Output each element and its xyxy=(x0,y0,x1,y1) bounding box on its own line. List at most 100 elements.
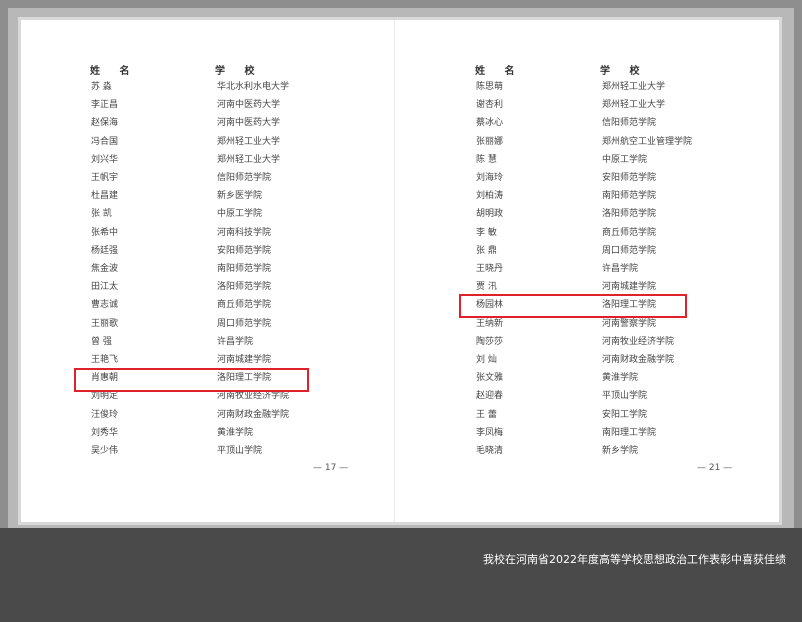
table-row: 王帆宇 信阳师范学院 xyxy=(91,169,351,187)
table-row: 张希中 河南科技学院 xyxy=(91,224,351,242)
school-name: 郑州轻工业大学 xyxy=(217,136,281,147)
person-name: 李正昌 xyxy=(91,100,119,111)
table-row: 陈思萌 郑州轻工业大学 xyxy=(476,78,736,96)
person-name: 焦金波 xyxy=(91,264,119,274)
page-number: — 17 — xyxy=(313,463,349,473)
table-row: 谢杏利 郑州轻工业大学 xyxy=(476,96,736,114)
person-name: 蔡冰心 xyxy=(476,118,504,129)
school-name: 许昌学院 xyxy=(217,336,254,347)
document-spread: 姓 名 学 校 — 17 — 苏 淼华北水利水电大学 李正昌 河南中医药大学 赵保海河… xyxy=(18,17,782,525)
school-name: 商丘师范学院 xyxy=(217,300,272,311)
person-name: 胡明政 xyxy=(476,209,504,220)
school-name: 安阳师范学院 xyxy=(602,173,657,183)
table-row: 赵保海 河南中医药大学 xyxy=(91,114,351,132)
table-row: 刘秀华 黄淮学院 xyxy=(91,424,351,442)
person-name: 王艳飞 xyxy=(91,355,119,365)
person-name: 张文雅 xyxy=(476,373,504,384)
school-name: 新乡学院 xyxy=(602,446,639,456)
school-name: 河南财政金融学院 xyxy=(602,355,675,365)
school-name: 安阳师范学院 xyxy=(217,245,272,256)
person-name: 刘柏涛 xyxy=(476,191,504,202)
school-name: 安阳工学院 xyxy=(602,409,648,420)
school-name: 郑州轻工业大学 xyxy=(602,82,666,92)
left-page: 姓 名 学 校 — 17 — 苏 淼华北水利水电大学 李正昌 河南中医药大学 赵保海河… xyxy=(21,20,394,522)
table-row: 李凤梅 南阳理工学院 xyxy=(476,424,736,442)
table-row: 汪俊玲 河南财政金融学院 xyxy=(91,406,351,424)
right-page: 姓 名 学 校 — 21 — 陈思萌 郑州轻工业大学 谢杏利 郑州轻工业大学 蔡冰心 信阳… xyxy=(395,20,782,522)
school-name: 河南城建学院 xyxy=(217,355,272,365)
person-name: 刘秀华 xyxy=(91,427,119,438)
column-header-school: 学 校 xyxy=(215,66,263,77)
school-name: 信阳师范学院 xyxy=(602,118,657,129)
school-name: 许昌学院 xyxy=(602,264,639,274)
caption-bar: 我校在河南省2022年度高等学校思想政治工作表彰中喜获佳绩 xyxy=(0,528,802,622)
person-name: 苏 淼 xyxy=(91,82,112,92)
table-row: 杨廷强 安阳师范学院 xyxy=(91,242,351,260)
page-number: — 21 — xyxy=(697,463,733,473)
person-name: 毛晓清 xyxy=(476,446,504,456)
column-header-school: 学 校 xyxy=(600,66,648,77)
person-name: 张 鼎 xyxy=(476,245,497,256)
table-row: 王晓丹 许昌学院 xyxy=(476,260,736,278)
table-row: 蔡冰心 信阳师范学院 xyxy=(476,114,736,132)
table-row: 张文雅 黄淮学院 xyxy=(476,369,736,387)
school-name: 中原工学院 xyxy=(602,154,648,165)
person-name: 陈 慧 xyxy=(476,154,497,165)
table-row: 焦金波 南阳师范学院 xyxy=(91,260,351,278)
caption-text: 我校在河南省2022年度高等学校思想政治工作表彰中喜获佳绩 xyxy=(483,553,786,566)
school-name: 河南牧业经济学院 xyxy=(602,336,675,347)
table-row: 王 蕾 安阳工学院 xyxy=(476,406,736,424)
table-row: 毛晓清 新乡学院 xyxy=(476,442,736,460)
school-name: 河南中医药大学 xyxy=(217,118,281,129)
person-name: 刘海玲 xyxy=(476,173,504,183)
table-row: 冯合国 郑州轻工业大学 xyxy=(91,133,351,151)
table-row: 张 凯 中原工学院 xyxy=(91,205,351,223)
column-header-name: 姓 名 xyxy=(90,66,138,77)
table-row: 王艳飞 河南城建学院 xyxy=(91,351,351,369)
person-name: 赵迎春 xyxy=(476,391,504,402)
person-name: 王晓丹 xyxy=(476,264,504,274)
person-name: 冯合国 xyxy=(91,136,119,147)
table-row: 李正昌 河南中医药大学 xyxy=(91,96,351,114)
person-name: 刘 灿 xyxy=(476,355,497,365)
table-row: 陈 慧 中原工学院 xyxy=(476,151,736,169)
school-name: 新乡医学院 xyxy=(217,191,263,202)
person-name: 王 蕾 xyxy=(476,409,497,420)
person-name: 张丽娜 xyxy=(476,136,504,147)
person-name: 杨廷强 xyxy=(91,245,119,256)
table-row: 陶莎莎 河南牧业经济学院 xyxy=(476,333,736,351)
school-name: 中原工学院 xyxy=(217,209,263,220)
table-row: 赵迎春 平顶山学院 xyxy=(476,387,736,405)
person-name: 曹志诚 xyxy=(91,300,119,311)
school-name: 商丘师范学院 xyxy=(602,227,657,238)
school-name: 南阳师范学院 xyxy=(602,191,657,202)
school-name: 平顶山学院 xyxy=(602,391,648,402)
table-row: 苏 淼 华北水利水电大学 xyxy=(91,78,351,96)
person-name: 赵保海 xyxy=(91,118,119,129)
table-row: 李 敏 商丘师范学院 xyxy=(476,224,736,242)
person-name: 陈思萌 xyxy=(476,82,504,92)
table-row: 田江太 洛阳师范学院 xyxy=(91,278,351,296)
school-name: 黄淮学院 xyxy=(217,427,254,438)
school-name: 郑州轻工业大学 xyxy=(217,154,281,165)
table-row: 张丽娜 郑州航空工业管理学院 xyxy=(476,133,736,151)
highlight-box-left xyxy=(74,368,309,392)
table-row: 张 鼎 周口师范学院 xyxy=(476,242,736,260)
school-name: 南阳理工学院 xyxy=(602,427,657,438)
table-row: 王丽歌 周口师范学院 xyxy=(91,315,351,333)
school-name: 郑州航空工业管理学院 xyxy=(602,136,693,147)
person-name: 李凤梅 xyxy=(476,427,504,438)
table-row: 曹志诚 商丘师范学院 xyxy=(91,296,351,314)
person-name: 吴少伟 xyxy=(91,446,119,456)
school-name: 郑州轻工业大学 xyxy=(602,100,666,111)
school-name: 信阳师范学院 xyxy=(217,173,272,183)
table-row: 胡明政 洛阳师范学院 xyxy=(476,205,736,223)
person-name: 王帆宇 xyxy=(91,173,119,183)
person-name: 李 敏 xyxy=(476,227,497,238)
school-name: 河南科技学院 xyxy=(217,227,272,238)
table-row: 刘兴华 郑州轻工业大学 xyxy=(91,151,351,169)
school-name: 洛阳师范学院 xyxy=(602,209,657,220)
school-name: 黄淮学院 xyxy=(602,373,639,384)
school-name: 周口师范学院 xyxy=(217,318,272,329)
table-row: 吴少伟 平顶山学院 xyxy=(91,442,351,460)
